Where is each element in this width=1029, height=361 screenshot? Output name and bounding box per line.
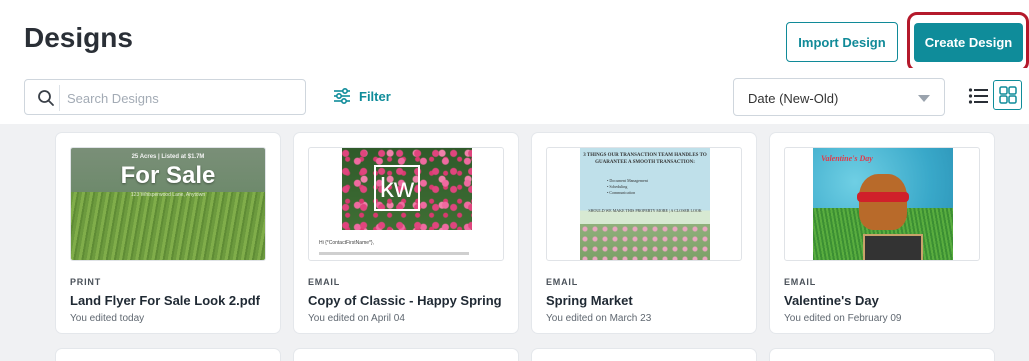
chevron-down-icon [918,95,930,102]
design-type: EMAIL [308,277,340,287]
design-title[interactable]: Copy of Classic - Happy Spring [308,293,502,308]
grid-view-button[interactable] [993,80,1022,110]
design-type: EMAIL [546,277,578,287]
thumb-bullets: • Document Management • Scheduling • Com… [607,178,648,196]
thumb-bullet: • Communication [607,190,636,195]
kw-logo: kw [374,165,420,211]
thumb-text: Hi {*ContactFirstName*}, [319,240,375,246]
thumb-heart-glasses [857,192,909,202]
list-view-icon [968,88,988,104]
design-edited: You edited on February 09 [784,313,902,324]
filter-button[interactable]: Filter [333,87,391,105]
thumb-chalkboard [863,234,923,260]
design-card[interactable]: Valentine's Day EMAIL Valentine's Day Yo… [770,133,994,333]
design-card[interactable]: 3 THINGS OUR TRANSACTION TEAM HANDLES TO… [532,133,756,333]
search-input[interactable] [67,86,297,110]
thumb-text: 25 Acres | Listed at $1.7M [131,154,205,160]
design-card-partial[interactable] [56,349,280,361]
page-title: Designs [24,22,133,53]
sort-select[interactable]: Date (New-Old) [733,78,945,116]
designs-toolbar: Filter Date (New-Old) [0,68,1029,124]
search-box[interactable] [24,79,306,115]
search-divider [59,85,60,111]
thumb-text: SHOULD WE MAKE THIS PROPERTY MORE | A CL… [588,208,702,213]
search-icon [38,90,54,106]
thumb-heading: 3 THINGS OUR TRANSACTION TEAM HANDLES TO… [583,153,707,165]
thumb-dog [859,174,907,230]
design-title[interactable]: Spring Market [546,293,633,308]
design-title[interactable]: Valentine's Day [784,293,879,308]
design-type: EMAIL [784,277,816,287]
design-card[interactable]: kw Hi {*ContactFirstName*}, EMAIL Copy o… [294,133,518,333]
design-title[interactable]: Land Flyer For Sale Look 2.pdf [70,293,260,308]
import-design-button[interactable]: Import Design [786,22,898,62]
design-card-partial[interactable] [770,349,994,361]
design-thumbnail[interactable]: 25 Acres | Listed at $1.7M For Sale 123 … [70,147,266,261]
design-edited: You edited on April 04 [308,313,405,324]
design-thumbnail[interactable]: kw Hi {*ContactFirstName*}, [308,147,504,261]
thumb-headline: For Sale [120,162,216,189]
thumb-text-line [319,252,469,255]
create-design-button[interactable]: Create Design [914,23,1023,62]
grid-view-icon [998,86,1017,104]
design-card-partial[interactable] [294,349,518,361]
design-card[interactable]: 25 Acres | Listed at $1.7M For Sale 123 … [56,133,280,333]
design-edited: You edited on March 23 [546,313,652,324]
design-edited: You edited today [70,313,145,324]
thumb-flowers [580,224,710,260]
thumb-title: Valentine's Day [821,154,873,163]
designs-grid: 25 Acres | Listed at $1.7M For Sale 123 … [0,124,1029,361]
filter-label: Filter [359,88,391,104]
filter-sliders-icon [334,87,350,105]
list-view-button[interactable] [965,82,991,110]
design-type: PRINT [70,277,101,287]
thumb-field [71,192,265,260]
design-thumbnail[interactable]: Valentine's Day [784,147,980,261]
design-thumbnail[interactable]: 3 THINGS OUR TRANSACTION TEAM HANDLES TO… [546,147,742,261]
sort-value: Date (New-Old) [748,91,839,106]
thumb-text: 123 Whisperwood Lane, Anytown [130,192,206,198]
page-header: Designs Import Design Create Design [0,0,1029,72]
design-card-partial[interactable] [532,349,756,361]
